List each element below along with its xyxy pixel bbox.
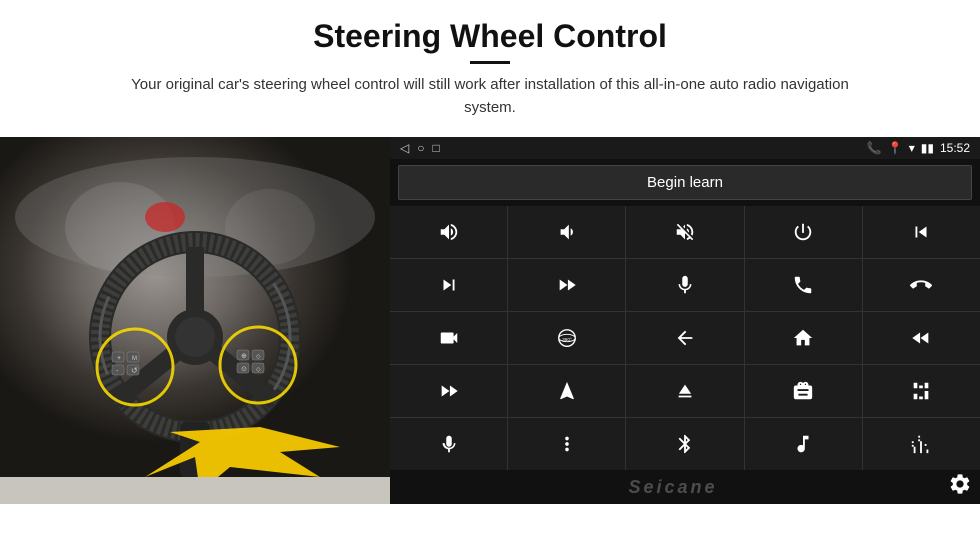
fast-forward-button[interactable] bbox=[390, 365, 507, 417]
wifi-icon: ▾ bbox=[909, 141, 915, 155]
title-divider bbox=[470, 61, 510, 64]
mic2-icon bbox=[438, 433, 460, 455]
vol-down-button[interactable] bbox=[508, 206, 625, 258]
svg-text:◇: ◇ bbox=[256, 367, 261, 373]
gps-nav-icon bbox=[556, 380, 578, 402]
location-icon: 📍 bbox=[888, 141, 903, 155]
content-area: + M - ↺ ⊕ ◇ ⊙ ◇ bbox=[0, 137, 980, 504]
vol-up-button[interactable] bbox=[390, 206, 507, 258]
mic-icon bbox=[674, 274, 696, 296]
eq-button[interactable] bbox=[863, 365, 980, 417]
eq-icon bbox=[910, 380, 932, 402]
bluetooth-icon bbox=[674, 433, 696, 455]
home-nav-button[interactable] bbox=[745, 312, 862, 364]
nav-home-icon[interactable]: ○ bbox=[417, 141, 424, 155]
vol-down-icon bbox=[556, 221, 578, 243]
bluetooth-button[interactable] bbox=[626, 418, 743, 470]
fast-forward-icon bbox=[438, 380, 460, 402]
next-icon bbox=[438, 274, 460, 296]
gps-nav-button[interactable] bbox=[508, 365, 625, 417]
hangup-icon bbox=[910, 274, 932, 296]
car-steering-svg: + M - ↺ ⊕ ◇ ⊙ ◇ bbox=[0, 137, 390, 477]
phone-icon: 📞 bbox=[867, 141, 882, 155]
svg-text:⊕: ⊕ bbox=[241, 353, 247, 360]
begin-learn-row: Begin learn bbox=[390, 159, 980, 206]
camera-button[interactable] bbox=[390, 312, 507, 364]
sound-levels-button[interactable] bbox=[863, 418, 980, 470]
svg-text:M: M bbox=[132, 356, 137, 362]
radio-icon bbox=[792, 380, 814, 402]
back-nav-icon bbox=[674, 327, 696, 349]
settings2-icon bbox=[556, 433, 578, 455]
mic-button[interactable] bbox=[626, 259, 743, 311]
ff-skip-button[interactable] bbox=[508, 259, 625, 311]
subtitle-text: Your original car's steering wheel contr… bbox=[110, 74, 870, 119]
mic2-button[interactable] bbox=[390, 418, 507, 470]
android-ui: ◁ ○ □ 📞 📍 ▾ ▮▮ 15:52 Begin learn bbox=[390, 137, 980, 504]
settings2-button[interactable] bbox=[508, 418, 625, 470]
page-title: Steering Wheel Control bbox=[40, 18, 940, 55]
gear-icon bbox=[948, 472, 972, 496]
statusbar-info: 📞 📍 ▾ ▮▮ 15:52 bbox=[867, 141, 970, 155]
mute-icon bbox=[674, 221, 696, 243]
gear-settings-button[interactable] bbox=[948, 472, 972, 502]
phone-button[interactable] bbox=[745, 259, 862, 311]
time-display: 15:52 bbox=[940, 141, 970, 155]
vol-up-icon bbox=[438, 221, 460, 243]
svg-text:⊙: ⊙ bbox=[241, 366, 247, 373]
prev-track-icon bbox=[910, 221, 932, 243]
music-button[interactable] bbox=[745, 418, 862, 470]
statusbar-nav: ◁ ○ □ bbox=[400, 141, 440, 155]
android-statusbar: ◁ ○ □ 📞 📍 ▾ ▮▮ 15:52 bbox=[390, 137, 980, 159]
eject-icon bbox=[674, 380, 696, 402]
power-button[interactable] bbox=[745, 206, 862, 258]
ff-skip-icon bbox=[556, 274, 578, 296]
car-image-area: + M - ↺ ⊕ ◇ ⊙ ◇ bbox=[0, 137, 390, 504]
camera-icon bbox=[438, 327, 460, 349]
nav-back-icon[interactable]: ◁ bbox=[400, 141, 409, 155]
seicane-watermark: Seicane bbox=[624, 473, 721, 502]
radio-button[interactable] bbox=[745, 365, 862, 417]
nav-recent-icon[interactable]: □ bbox=[432, 141, 439, 155]
home-nav-icon bbox=[792, 327, 814, 349]
360-button[interactable]: 360° bbox=[508, 312, 625, 364]
power-icon bbox=[792, 221, 814, 243]
svg-text:↺: ↺ bbox=[131, 366, 138, 375]
music-icon bbox=[792, 433, 814, 455]
rewind-button[interactable] bbox=[863, 312, 980, 364]
sound-levels-icon bbox=[910, 433, 932, 455]
svg-text:360°: 360° bbox=[562, 337, 572, 342]
prev-track-button[interactable] bbox=[863, 206, 980, 258]
controls-grid: 360° bbox=[390, 206, 980, 470]
mute-button[interactable] bbox=[626, 206, 743, 258]
svg-text:+: + bbox=[117, 355, 121, 362]
header-section: Steering Wheel Control Your original car… bbox=[0, 0, 980, 127]
eject-button[interactable] bbox=[626, 365, 743, 417]
back-nav-button[interactable] bbox=[626, 312, 743, 364]
360-icon: 360° bbox=[556, 327, 578, 349]
svg-text:◇: ◇ bbox=[256, 354, 261, 360]
begin-learn-button[interactable]: Begin learn bbox=[398, 165, 972, 200]
hangup-button[interactable] bbox=[863, 259, 980, 311]
battery-icon: ▮▮ bbox=[921, 141, 934, 155]
rewind-icon bbox=[910, 327, 932, 349]
phone-icon bbox=[792, 274, 814, 296]
page: Steering Wheel Control Your original car… bbox=[0, 0, 980, 548]
next-button[interactable] bbox=[390, 259, 507, 311]
